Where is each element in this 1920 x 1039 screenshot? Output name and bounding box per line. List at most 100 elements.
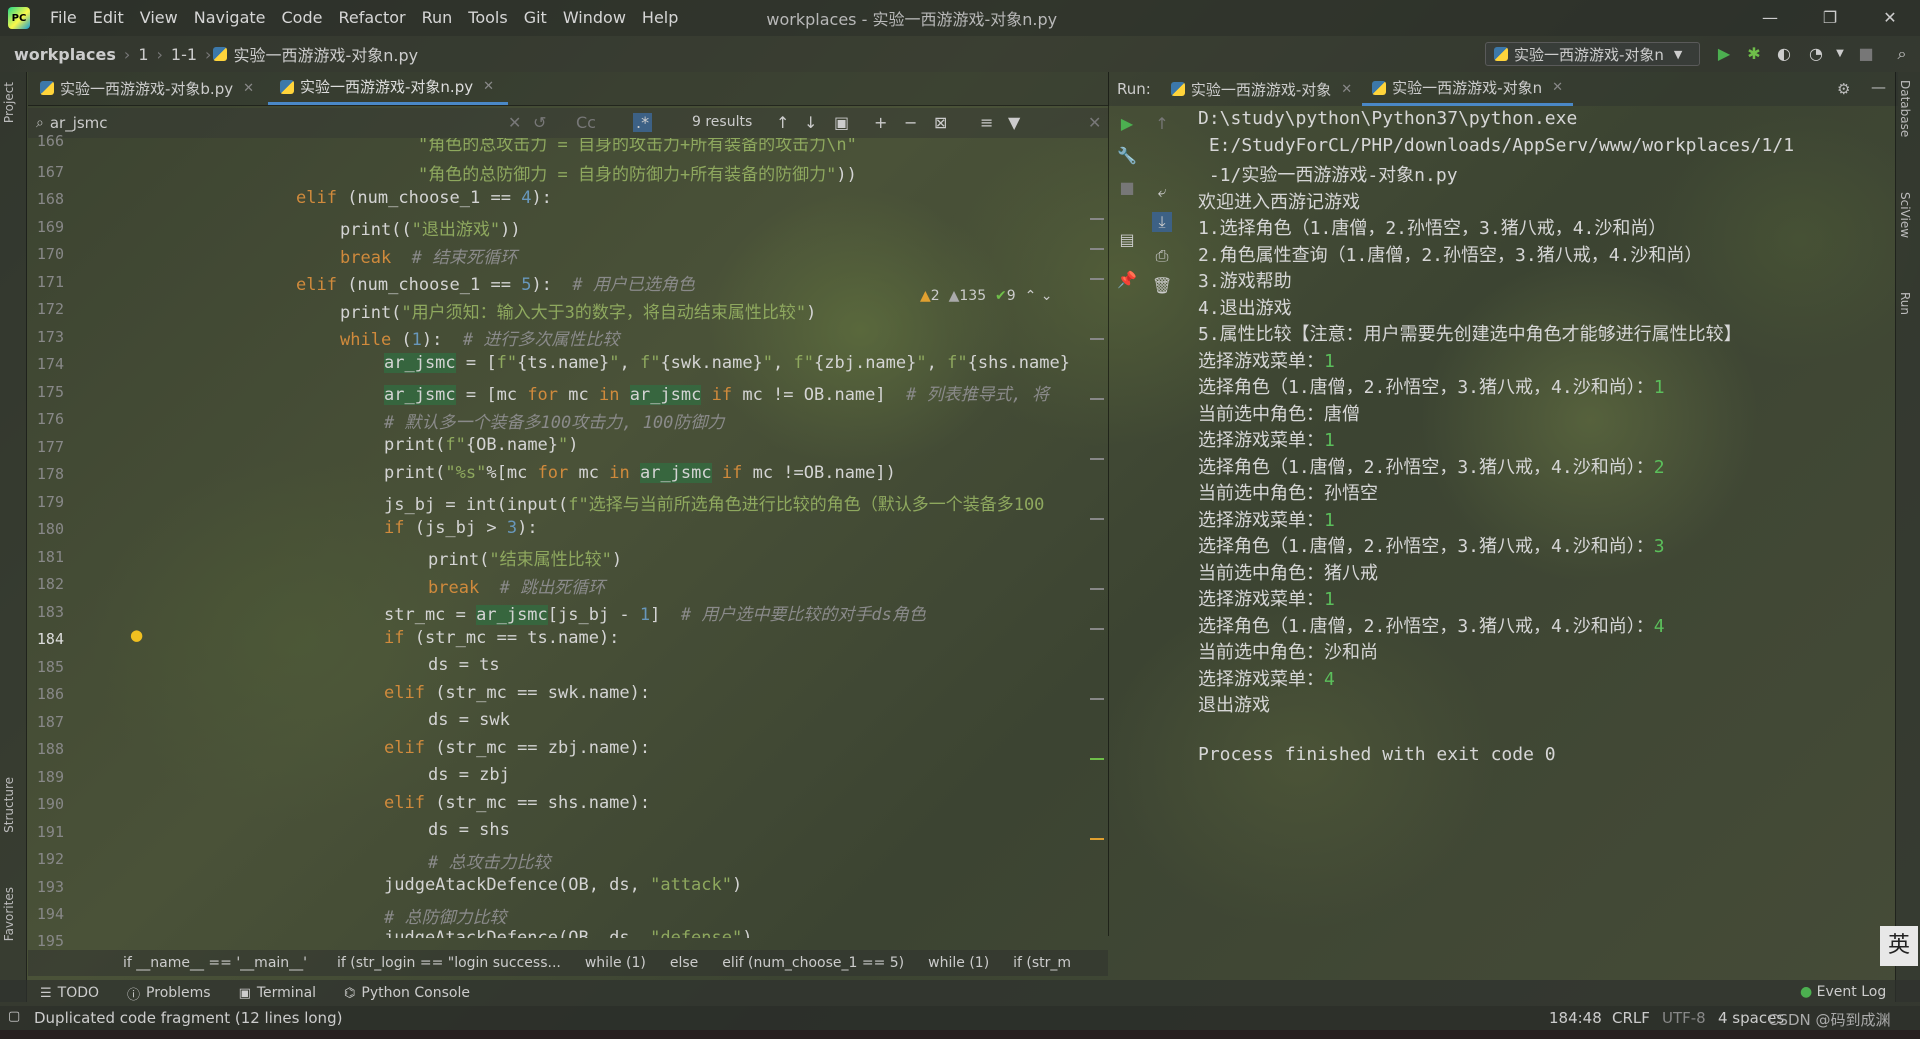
console-line: 选择角色（1.唐僧，2.孙悟空，3.猪八戒，4.沙和尚）：4 — [1198, 612, 1665, 638]
close-icon[interactable]: ✕ — [1552, 80, 1563, 95]
layout-icon[interactable]: ▤ — [1117, 230, 1137, 250]
menu-code[interactable]: Code — [274, 0, 331, 36]
console-line: 选择游戏菜单：4 — [1198, 665, 1335, 691]
soft-wrap-icon[interactable]: ⤶ — [1152, 182, 1172, 202]
history-icon[interactable]: ↺ — [533, 113, 546, 132]
console-text: E:/StudyForCL/PHP/downloads/AppServ/www/… — [1198, 134, 1795, 156]
tool-window-bar: ☰ TODO ⓘ Problems ▣ Terminal ⌬ Python Consol… — [0, 980, 1920, 1006]
restore-button[interactable]: ❐ — [1800, 0, 1860, 36]
find-input[interactable] — [49, 114, 490, 132]
stop-icon[interactable]: ■ — [1856, 44, 1876, 64]
close-icon[interactable]: ✕ — [243, 81, 254, 96]
chevron-up-icon[interactable]: ⌃ — [1025, 288, 1037, 304]
run-config-select[interactable]: 实验一西游游戏-对象n ▼ — [1485, 42, 1700, 66]
nav-crumb-folder-1-1[interactable]: 1-1 — [165, 45, 203, 64]
event-log-button[interactable]: ● Event Log — [1800, 984, 1886, 1000]
run-tab-1[interactable]: 实验一西游游戏-对象 ✕ — [1161, 72, 1362, 106]
os-taskbar — [0, 1030, 1920, 1039]
todo-tool-button[interactable]: ☰ TODO — [0, 985, 113, 1001]
weak-warning-icon: ▲ — [948, 288, 960, 304]
code-crumb[interactable]: if (str_login == "login success... — [325, 955, 573, 971]
code-editor[interactable]: "角色的总攻击力 = 自身的攻击力+所有装备的攻击力\n" "角色的总防御力 =… — [0, 138, 1100, 938]
filter-options-icon[interactable]: ≡ — [980, 113, 993, 132]
profile-icon[interactable]: ◔ — [1806, 44, 1826, 64]
sciview-tool-tab[interactable]: SciView — [1898, 192, 1912, 238]
filter-icon[interactable]: ▼ — [1008, 113, 1020, 132]
remove-selection-icon[interactable]: − — [904, 113, 917, 132]
next-occurrence-icon[interactable]: ↓ — [804, 113, 817, 132]
chevron-down-icon[interactable]: ▼ — [1830, 44, 1850, 64]
menu-help[interactable]: Help — [634, 0, 686, 36]
editor-error-stripe[interactable] — [1088, 138, 1106, 938]
code-crumb[interactable]: if (str_m — [1001, 955, 1083, 971]
console-text: 欢迎进入西游记游戏 — [1198, 191, 1360, 213]
console-user-input: 4 — [1324, 668, 1335, 690]
close-icon[interactable]: ✕ — [1088, 113, 1101, 132]
menu-view[interactable]: View — [132, 0, 186, 36]
gear-icon[interactable]: ⚙ — [1837, 80, 1850, 98]
console-user-input: 1 — [1324, 509, 1335, 531]
menu-window[interactable]: Window — [555, 0, 634, 36]
nav-crumb-project[interactable]: workplaces — [0, 45, 122, 64]
scroll-to-end-icon[interactable]: ⤓ — [1152, 212, 1172, 232]
menu-edit[interactable]: Edit — [85, 0, 132, 36]
select-occurrences-icon[interactable]: ⊠ — [934, 113, 947, 132]
close-icon[interactable]: ✕ — [1341, 82, 1352, 97]
menu-refactor[interactable]: Refactor — [330, 0, 413, 36]
status-message[interactable]: Duplicated code fragment (12 lines long) — [34, 1009, 342, 1027]
add-selection-icon[interactable]: + — [874, 113, 887, 132]
menu-git[interactable]: Git — [516, 0, 555, 36]
project-tool-tab[interactable]: Project — [2, 82, 16, 123]
run-tool-tab[interactable]: Run — [1898, 292, 1912, 315]
menu-navigate[interactable]: Navigate — [186, 0, 274, 36]
inspection-widget[interactable]: ▲2 ▲135 ✔9 ⌃ ⌄ — [920, 288, 1053, 304]
python-console-tool-button[interactable]: ⌬ Python Console — [330, 985, 484, 1001]
code-crumb[interactable]: while (1) — [916, 955, 1001, 971]
code-crumb[interactable]: while (1) — [573, 955, 658, 971]
print-icon[interactable]: ⎙ — [1152, 246, 1172, 266]
close-icon[interactable]: ✕ — [483, 79, 494, 94]
python-file-icon — [1494, 47, 1508, 61]
run-tab-2[interactable]: 实验一西游游戏-对象n ✕ — [1362, 72, 1573, 106]
wrench-icon[interactable]: 🔧 — [1117, 146, 1137, 166]
menu-run[interactable]: Run — [414, 0, 461, 36]
minimize-button[interactable]: — — [1740, 0, 1800, 36]
code-crumb[interactable]: if __name__ == '__main__' — [28, 955, 325, 971]
debug-icon[interactable]: ✱ — [1744, 44, 1764, 64]
caret-position[interactable]: 184:48 — [1549, 1009, 1602, 1027]
select-all-occurrences-icon[interactable]: ▣ — [834, 113, 849, 132]
problems-tool-button[interactable]: ⓘ Problems — [113, 984, 225, 1003]
run-panel-header: Run: 实验一西游游戏-对象 ✕ 实验一西游游戏-对象n ✕ ⚙ — — [1108, 72, 1898, 106]
status-toggle-icon[interactable]: ▢ — [8, 1009, 20, 1024]
prev-occurrence-icon[interactable]: ↑ — [776, 113, 789, 132]
ime-indicator[interactable]: 英 — [1880, 926, 1918, 966]
code-crumb[interactable]: elif (num_choose_1 == 5) — [710, 955, 916, 971]
clear-icon[interactable]: ✕ — [508, 113, 521, 132]
trash-icon[interactable]: 🗑 — [1152, 276, 1172, 296]
hide-panel-icon[interactable]: — — [1871, 78, 1886, 96]
search-icon[interactable]: ⌕ — [1892, 44, 1912, 64]
regex-icon[interactable]: .* — [633, 113, 653, 132]
editor-tab-b[interactable]: 实验一西游游戏-对象b.py ✕ — [28, 71, 268, 105]
chevron-down-icon[interactable]: ⌄ — [1041, 288, 1053, 304]
editor-tab-n[interactable]: 实验一西游游戏-对象n.py ✕ — [268, 71, 509, 105]
stop-icon[interactable]: ■ — [1117, 178, 1137, 198]
file-encoding[interactable]: UTF-8 — [1662, 1009, 1706, 1027]
database-tool-tab[interactable]: Database — [1898, 80, 1912, 137]
nav-crumb-folder-1[interactable]: 1 — [132, 45, 154, 64]
menu-file[interactable]: File — [42, 0, 85, 36]
line-separator[interactable]: CRLF — [1612, 1009, 1650, 1027]
nav-crumb-file[interactable]: 实验一西游游戏-对象n.py — [233, 42, 424, 66]
terminal-tool-button[interactable]: ▣ Terminal — [225, 985, 330, 1001]
code-crumb[interactable]: else — [658, 955, 710, 971]
up-icon[interactable]: ↑ — [1152, 114, 1172, 134]
coverage-icon[interactable]: ◐ — [1774, 44, 1794, 64]
close-window-button[interactable]: ✕ — [1860, 0, 1920, 36]
rerun-icon[interactable]: ▶ — [1117, 114, 1137, 134]
menu-tools[interactable]: Tools — [460, 0, 515, 36]
run-console-output[interactable]: D:\study\python\Python37\python.exe E:/S… — [1198, 108, 1888, 938]
run-icon[interactable]: ▶ — [1714, 44, 1734, 64]
search-results-count: 9 results — [692, 114, 753, 130]
pin-icon[interactable]: 📌 — [1117, 270, 1137, 290]
match-case-icon[interactable]: Cc — [576, 113, 596, 132]
